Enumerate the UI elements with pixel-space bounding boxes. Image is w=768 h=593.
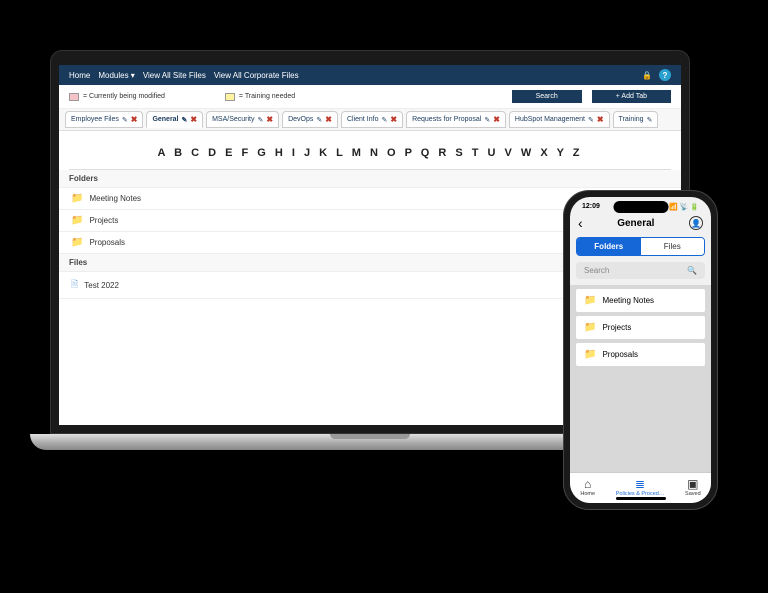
tabs-row: Employee Files✎✖ General✎✖ MSA/Security✎… <box>59 109 681 131</box>
pencil-icon[interactable]: ✎ <box>647 116 653 124</box>
legend-modified: = Currently being modified <box>69 93 165 101</box>
folder-icon: 📁 <box>584 322 596 333</box>
toggle-folders[interactable]: Folders <box>577 238 641 255</box>
tab-employee-files[interactable]: Employee Files✎✖ <box>65 111 143 128</box>
tab-hubspot[interactable]: HubSpot Management✎✖ <box>509 111 610 128</box>
delete-icon[interactable]: ✖ <box>131 115 138 124</box>
profile-icon[interactable]: 👤 <box>689 216 703 230</box>
home-indicator <box>616 497 666 500</box>
top-nav: Home Modules ▾ View All Site Files View … <box>59 65 681 85</box>
legend-modified-label: = Currently being modified <box>83 93 165 100</box>
phone-viewport: 12:09 📶 📡 🔋 ‹ General 👤 Folders Files Se… <box>570 197 711 503</box>
nav-home[interactable]: Home <box>69 71 90 80</box>
phone-header: ‹ General 👤 <box>570 213 711 237</box>
delete-icon[interactable]: ✖ <box>597 115 604 124</box>
status-time: 12:09 <box>582 203 600 211</box>
folder-icon: 📁 <box>584 349 596 360</box>
alpha-index[interactable]: A B C D E F G H I J K L M N O P Q R S T … <box>59 131 681 169</box>
tabbar-policies[interactable]: ≣Policies & Proced… <box>616 477 665 497</box>
phone-title: General <box>617 218 654 229</box>
phone-frame: 12:09 📶 📡 🔋 ‹ General 👤 Folders Files Se… <box>563 190 718 510</box>
delete-icon[interactable]: ✖ <box>325 115 332 124</box>
delete-icon[interactable]: ✖ <box>266 115 273 124</box>
lock-icon[interactable]: 🔒 <box>641 69 653 81</box>
tab-client-info[interactable]: Client Info✎✖ <box>341 111 403 128</box>
nav-sitefiles[interactable]: View All Site Files <box>143 71 206 80</box>
list-icon: ≣ <box>616 477 665 491</box>
laptop-hinge-notch <box>330 434 410 439</box>
phone-folder-row[interactable]: 📁Projects <box>576 316 705 339</box>
toggle-files[interactable]: Files <box>641 238 705 255</box>
folder-icon: 📁 <box>71 193 83 204</box>
pencil-icon[interactable]: ✎ <box>316 116 322 124</box>
pencil-icon[interactable]: ✎ <box>484 116 490 124</box>
tab-devops[interactable]: DevOps✎✖ <box>282 111 338 128</box>
search-button[interactable]: Search <box>512 90 582 103</box>
pencil-icon[interactable]: ✎ <box>182 116 188 124</box>
pencil-icon[interactable]: ✎ <box>588 116 594 124</box>
swatch-yellow <box>225 93 235 101</box>
tab-msa-security[interactable]: MSA/Security✎✖ <box>206 111 279 128</box>
folders-section-header: Folders <box>59 170 681 188</box>
swatch-pink <box>69 93 79 101</box>
pencil-icon[interactable]: ✎ <box>122 116 128 124</box>
tab-rfp[interactable]: Requests for Proposal✎✖ <box>406 111 506 128</box>
add-tab-button[interactable]: + Add Tab <box>592 90 671 103</box>
home-icon: ⌂ <box>580 477 595 491</box>
top-nav-links: Home Modules ▾ View All Site Files View … <box>69 71 299 80</box>
phone-folder-row[interactable]: 📁Meeting Notes <box>576 289 705 312</box>
search-icon: 🔍 <box>687 266 697 275</box>
pencil-icon[interactable]: ✎ <box>258 116 264 124</box>
folder-icon: 📁 <box>71 237 83 248</box>
delete-icon[interactable]: ✖ <box>493 115 500 124</box>
search-input[interactable]: Search 🔍 <box>576 262 705 279</box>
folders-files-toggle: Folders Files <box>576 237 705 256</box>
tab-general[interactable]: General✎✖ <box>146 111 203 128</box>
folder-icon: 📁 <box>71 215 83 226</box>
legend-row: = Currently being modified = Training ne… <box>59 85 681 109</box>
legend-buttons: Search + Add Tab <box>512 90 671 103</box>
help-icon[interactable]: ? <box>659 69 671 81</box>
nav-corporatefiles[interactable]: View All Corporate Files <box>214 71 299 80</box>
legend-training-label: = Training needed <box>239 93 295 100</box>
delete-icon[interactable]: ✖ <box>390 115 397 124</box>
top-nav-actions: 🔒 ? <box>641 69 671 81</box>
folder-icon: 📁 <box>584 295 596 306</box>
tabbar-saved[interactable]: ▣Saved <box>685 477 701 497</box>
saved-icon: ▣ <box>685 477 701 491</box>
search-placeholder: Search <box>584 266 609 275</box>
back-button[interactable]: ‹ <box>578 215 583 231</box>
phone-body <box>570 370 711 472</box>
phone-notch <box>613 201 668 213</box>
tab-training[interactable]: Training✎ <box>613 111 659 128</box>
nav-modules[interactable]: Modules ▾ <box>98 71 134 80</box>
pencil-icon[interactable]: ✎ <box>381 116 387 124</box>
phone-folder-row[interactable]: 📁Proposals <box>576 343 705 366</box>
file-icon: 🗎 <box>71 277 78 293</box>
tabbar-home[interactable]: ⌂Home <box>580 477 595 497</box>
status-icons: 📶 📡 🔋 <box>669 203 699 211</box>
delete-icon[interactable]: ✖ <box>190 115 197 124</box>
legend-training: = Training needed <box>225 93 295 101</box>
